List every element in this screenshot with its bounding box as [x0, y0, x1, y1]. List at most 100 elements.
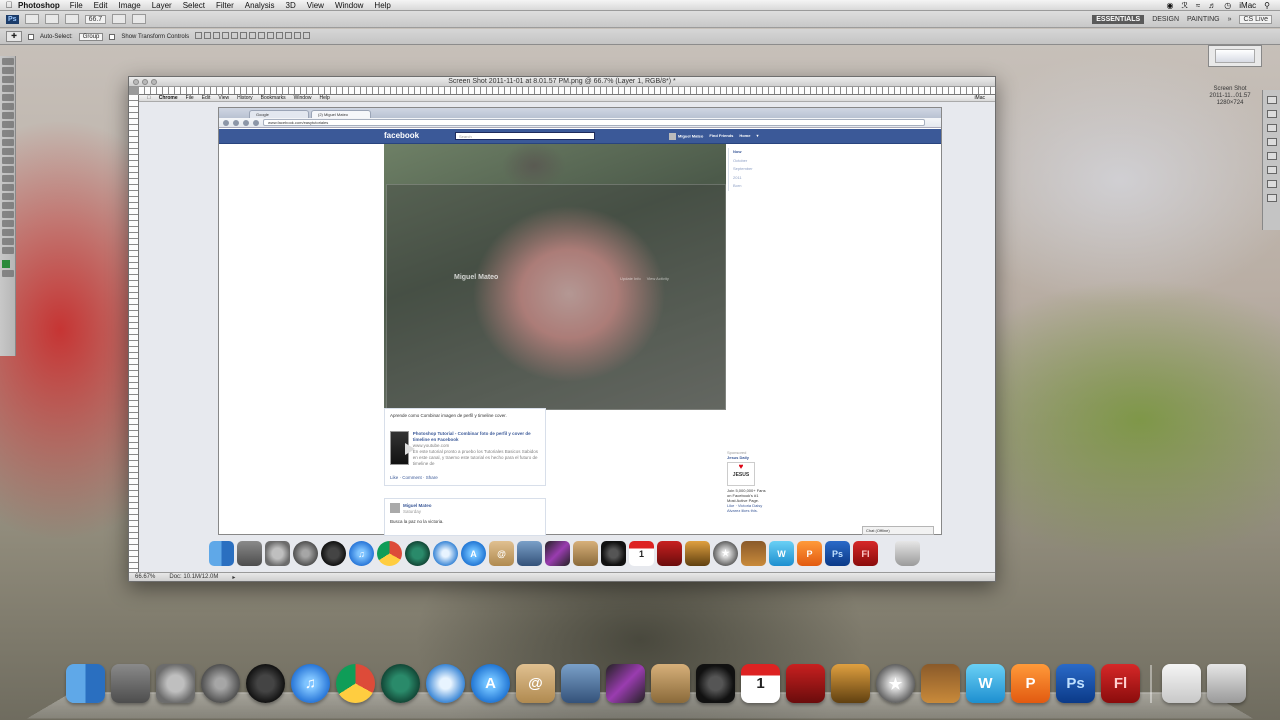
screen-mode-button[interactable] [132, 14, 147, 24]
eyedropper-tool-icon[interactable] [1, 103, 14, 110]
preview-icon[interactable] [111, 664, 150, 703]
workspace-painting[interactable]: PAINTING [1187, 16, 1220, 23]
finder-icon[interactable] [66, 664, 105, 703]
clone-stamp-tool-icon[interactable] [1, 130, 14, 137]
zoom-window-icon[interactable] [151, 79, 157, 85]
workspace-more-icon[interactable]: » [1228, 16, 1232, 23]
image-capture-icon[interactable] [651, 664, 690, 703]
address-book-icon[interactable]: @ [516, 664, 555, 703]
menu-3d[interactable]: 3D [286, 1, 296, 10]
shape-tool-icon[interactable] [1, 211, 14, 218]
blur-tool-icon[interactable] [1, 166, 14, 173]
imovie-icon[interactable]: ★ [876, 664, 915, 703]
trash-icon[interactable] [1207, 664, 1246, 703]
launch-bridge-button[interactable] [24, 14, 39, 24]
status-doc-size[interactable]: Doc: 10.1M/12.0M [169, 574, 218, 580]
view-extras-button[interactable] [64, 14, 79, 24]
align-top-icon[interactable] [195, 32, 203, 39]
system-preferences-icon[interactable] [156, 664, 195, 703]
auto-align-icon[interactable] [303, 32, 311, 39]
gradient-tool-icon[interactable] [1, 157, 14, 164]
type-tool-icon[interactable] [1, 193, 14, 200]
final-cut-icon[interactable] [606, 664, 645, 703]
menu-window[interactable]: Window [335, 1, 363, 10]
desktop-screenshot-file[interactable]: Screen Shot 2011-11...01.57 1280×724 [1200, 86, 1260, 107]
minimize-window-icon[interactable] [142, 79, 148, 85]
volume-icon[interactable]: ♬ [1208, 1, 1216, 10]
align-left-icon[interactable] [222, 32, 230, 39]
aperture-icon[interactable] [831, 664, 870, 703]
document-canvas[interactable]:  Chrome File Edit View History Bookmark… [139, 95, 995, 572]
clock-icon[interactable]: ◷ [1224, 1, 1231, 10]
layers-panel-icon[interactable] [1266, 96, 1277, 104]
auto-select-dropdown[interactable]: Group [78, 32, 104, 41]
time-machine-icon[interactable] [381, 664, 420, 703]
status-arrow-icon[interactable]: ▸ [232, 574, 235, 581]
menu-app-name[interactable]: Photoshop [18, 1, 60, 10]
hand-tool-icon[interactable] [1, 238, 14, 245]
masks-panel-icon[interactable] [1266, 166, 1277, 174]
zoom-tool-icon[interactable] [1, 247, 14, 254]
itunes-icon[interactable]: ♫ [291, 664, 330, 703]
dodge-tool-icon[interactable] [1, 175, 14, 182]
photoshop-dock-icon[interactable]: Ps [1056, 664, 1095, 703]
navigator-thumbnail[interactable] [1208, 45, 1262, 67]
horizontal-ruler[interactable] [139, 87, 995, 95]
adjustments-panel-icon[interactable] [1266, 152, 1277, 160]
move-tool-icon[interactable] [1, 58, 14, 65]
facetime-icon[interactable] [696, 664, 735, 703]
camera-icon[interactable]: ◉ [1167, 1, 1174, 10]
menu-filter[interactable]: Filter [216, 1, 234, 10]
pen-tool-icon[interactable] [1, 184, 14, 191]
move-tool-preset-icon[interactable]: ✚ [6, 31, 22, 42]
align-right-icon[interactable] [240, 32, 248, 39]
distribute-middle-icon[interactable] [258, 32, 266, 39]
brush-tool-icon[interactable] [1, 121, 14, 128]
wifi-icon[interactable]: ≈ [1196, 1, 1200, 10]
computer-name[interactable]: iMac [1239, 1, 1256, 10]
distribute-top-icon[interactable] [249, 32, 257, 39]
arrange-documents-button[interactable] [112, 14, 127, 24]
spotlight-icon[interactable]: ⚲ [1264, 1, 1270, 10]
swatches-panel-icon[interactable] [1266, 194, 1277, 202]
status-zoom[interactable]: 66.67% [135, 574, 155, 580]
bluetooth-icon[interactable]: ℛ [1181, 1, 1187, 10]
align-middle-icon[interactable] [204, 32, 212, 39]
workspace-essentials[interactable]: ESSENTIALS [1092, 14, 1145, 24]
styles-panel-icon[interactable] [1266, 180, 1277, 188]
menu-select[interactable]: Select [183, 1, 205, 10]
word-icon[interactable]: W [966, 664, 1005, 703]
apple-icon[interactable]:  [0, 0, 18, 10]
crop-tool-icon[interactable] [1, 94, 14, 101]
distribute-right-icon[interactable] [294, 32, 302, 39]
3d-orbit-tool-icon[interactable] [1, 229, 14, 236]
quick-mask-icon[interactable] [1, 270, 14, 277]
history-panel-icon[interactable] [1266, 138, 1277, 146]
chrome-icon[interactable] [336, 664, 375, 703]
iphoto-icon[interactable] [561, 664, 600, 703]
ical-icon[interactable]: 1 [741, 664, 780, 703]
foreground-color-swatch[interactable] [2, 260, 10, 268]
menu-edit[interactable]: Edit [94, 1, 108, 10]
document-title-bar[interactable]: Screen Shot 2011-11-01 at 8.01.57 PM.png… [129, 77, 995, 87]
3d-rotate-tool-icon[interactable] [1, 220, 14, 227]
distribute-bottom-icon[interactable] [267, 32, 275, 39]
document-window[interactable]: Screen Shot 2011-11-01 at 8.01.57 PM.png… [128, 76, 996, 582]
dashboard-icon[interactable] [246, 664, 285, 703]
workspace-design[interactable]: DESIGN [1152, 16, 1179, 23]
dvd-player-icon[interactable] [426, 664, 465, 703]
menu-file[interactable]: File [70, 1, 83, 10]
distribute-center-icon[interactable] [285, 32, 293, 39]
flash-icon[interactable]: Fl [1101, 664, 1140, 703]
app-store-icon[interactable]: A [471, 664, 510, 703]
path-select-tool-icon[interactable] [1, 202, 14, 209]
photo-booth-icon[interactable] [786, 664, 825, 703]
align-center-icon[interactable] [231, 32, 239, 39]
launch-minibridge-button[interactable] [44, 14, 59, 24]
auto-select-checkbox[interactable] [28, 33, 34, 40]
launchpad-icon[interactable] [201, 664, 240, 703]
align-bottom-icon[interactable] [213, 32, 221, 39]
menu-analysis[interactable]: Analysis [245, 1, 275, 10]
lasso-tool-icon[interactable] [1, 76, 14, 83]
downloads-stack-icon[interactable] [1162, 664, 1201, 703]
